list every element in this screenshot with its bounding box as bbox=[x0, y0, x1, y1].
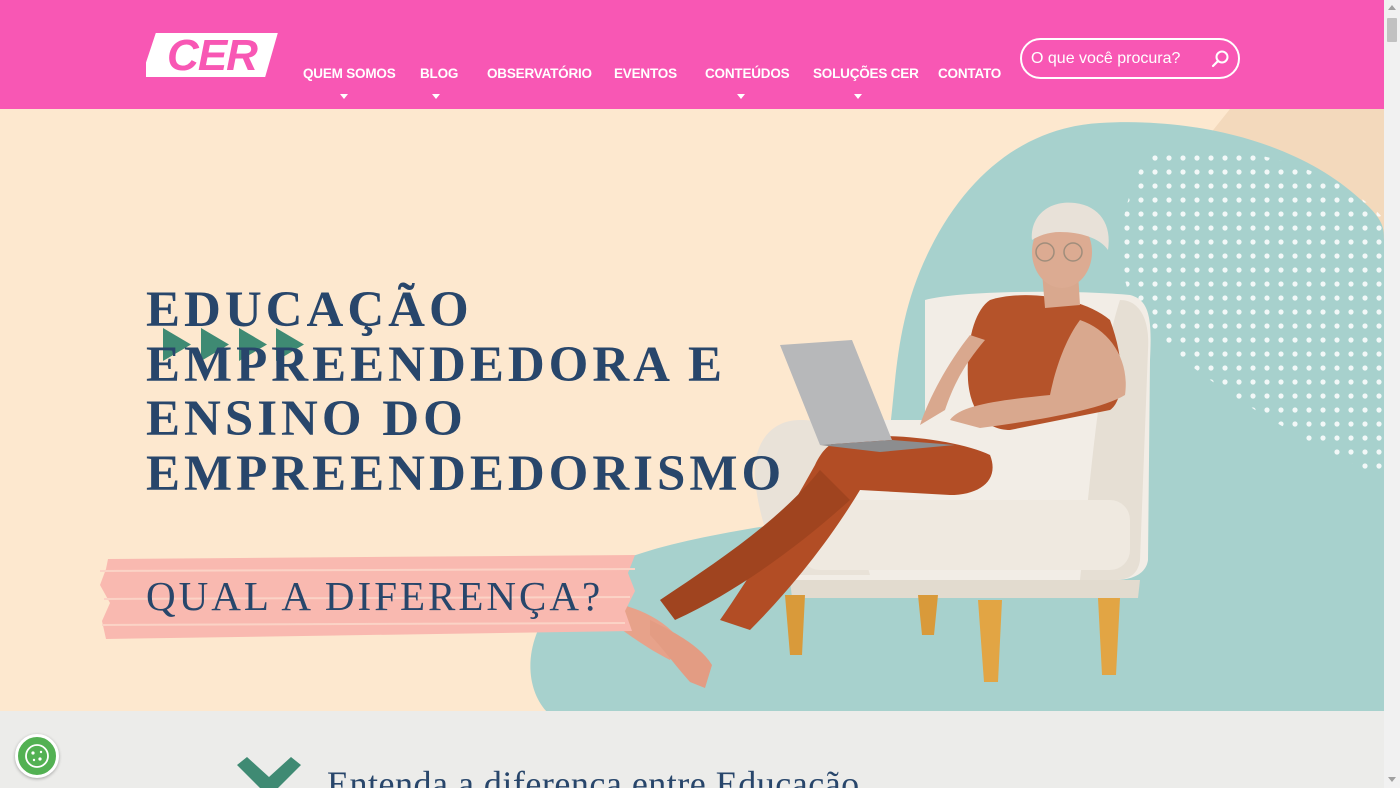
hero-section: EDUCAÇÃO EMPREENDEDORA E ENSINO DO EMPRE… bbox=[0, 109, 1384, 711]
nav-item-quem-somos[interactable]: QUEM SOMOS bbox=[303, 66, 396, 99]
headline-line: EMPREENDEDORA E bbox=[146, 336, 726, 393]
scroll-down-icon[interactable] bbox=[1388, 777, 1396, 782]
search-icon[interactable] bbox=[1210, 49, 1230, 69]
section-teaser: Entenda a diferença entre Educação bbox=[327, 764, 860, 788]
caret-down-icon bbox=[432, 94, 440, 99]
chevron-down-icon bbox=[237, 757, 301, 788]
page-scrollbar[interactable] bbox=[1384, 0, 1400, 788]
scroll-up-icon[interactable] bbox=[1388, 5, 1396, 10]
nav-item-label: SOLUÇÕES CER bbox=[813, 66, 919, 81]
nav-item-blog[interactable]: BLOG bbox=[420, 66, 459, 99]
headline-line: EMPREENDEDORISMO bbox=[146, 445, 786, 502]
search-box bbox=[1020, 38, 1240, 79]
caret-down-icon bbox=[854, 94, 862, 99]
nav-item-label: OBSERVATÓRIO bbox=[487, 66, 592, 81]
nav-item-contato[interactable]: CONTATO bbox=[938, 66, 1001, 81]
headline-line: ENSINO DO bbox=[146, 391, 467, 447]
nav-item-eventos[interactable]: EVENTOS bbox=[614, 66, 677, 81]
cookie-icon bbox=[25, 744, 49, 768]
caret-down-icon bbox=[737, 94, 745, 99]
hero-headline: EDUCAÇÃO EMPREENDEDORA E ENSINO DO EMPRE… bbox=[146, 282, 786, 502]
logo-text: CER bbox=[167, 31, 258, 79]
nav-item-solucoes-cer[interactable]: SOLUÇÕES CER bbox=[813, 66, 919, 99]
site-header: CER QUEM SOMOS BLOG OBSERVATÓRIO EVENTOS… bbox=[0, 0, 1384, 109]
nav-item-label: QUEM SOMOS bbox=[303, 66, 396, 81]
nav-item-label: BLOG bbox=[420, 66, 459, 81]
nav-item-label: CONTATO bbox=[938, 66, 1002, 81]
cer-logo[interactable]: CER bbox=[146, 31, 278, 79]
scrollbar-thumb[interactable] bbox=[1387, 18, 1397, 42]
search-input[interactable] bbox=[1031, 46, 1211, 72]
nav-item-observatorio[interactable]: OBSERVATÓRIO bbox=[487, 66, 592, 81]
caret-down-icon bbox=[340, 94, 348, 99]
cookie-settings-button[interactable] bbox=[15, 734, 59, 778]
hero-subheadline: QUAL A DIFERENÇA? bbox=[146, 573, 604, 619]
nav-item-label: EVENTOS bbox=[614, 66, 677, 81]
nav-item-conteudos[interactable]: CONTEÚDOS bbox=[705, 66, 790, 99]
content-section: Entenda a diferença entre Educação bbox=[0, 711, 1384, 788]
headline-line: EDUCAÇÃO bbox=[146, 282, 473, 338]
nav-item-label: CONTEÚDOS bbox=[705, 66, 790, 81]
